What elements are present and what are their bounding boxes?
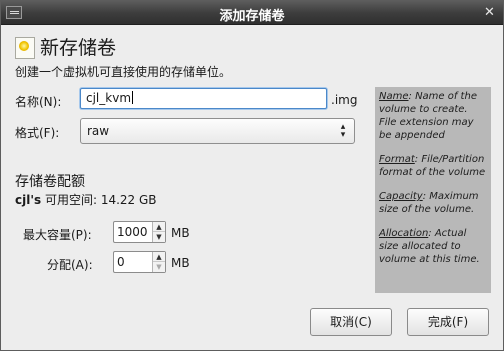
close-icon[interactable]: ✕ xyxy=(482,5,497,20)
new-volume-icon xyxy=(15,37,35,59)
select-arrows-icon: ▴ ▾ xyxy=(340,122,346,140)
window-title: 添加存储卷 xyxy=(219,9,285,24)
help-format: Format: File/Partition format of the vol… xyxy=(379,153,487,179)
increment-icon[interactable]: ▲ xyxy=(153,252,165,262)
name-extension: .img xyxy=(331,93,358,107)
allocation-value: 0 xyxy=(117,255,125,269)
max-capacity-label: 最大容量(P): xyxy=(23,228,92,242)
decrement-icon[interactable]: ▼ xyxy=(153,232,165,242)
free-space-text: cjl's 可用空间: 14.22 GB xyxy=(15,191,157,208)
page-subtitle: 创建一个虚拟机可直接使用的存储单位。 xyxy=(15,65,232,79)
allocation-stepper: ▲ ▼ xyxy=(152,252,165,272)
help-name-term: Name xyxy=(379,91,409,102)
help-panel: Name: Name of the volume to create. File… xyxy=(375,87,491,293)
finish-button[interactable]: 完成(F) xyxy=(407,308,489,336)
text-caret xyxy=(132,91,134,104)
title-bar[interactable]: 添加存储卷 ✕ xyxy=(1,1,503,25)
max-capacity-unit: MB xyxy=(171,226,190,240)
help-name: Name: Name of the volume to create. File… xyxy=(379,90,487,142)
format-select[interactable]: raw ▴ ▾ xyxy=(80,118,355,144)
quota-section-title: 存储卷配额 xyxy=(15,174,85,190)
free-space-label: 可用空间: 14.22 GB xyxy=(41,193,157,207)
help-capacity: Capacity: Maximum size of the volume. xyxy=(379,190,487,216)
allocation-label: 分配(A): xyxy=(47,258,93,272)
help-allocation: Allocation: Actual size allocated to vol… xyxy=(379,227,487,266)
max-capacity-spinner[interactable]: 1000 ▲ ▼ xyxy=(113,221,166,243)
name-label: 名称(N): xyxy=(15,95,62,109)
format-label: 格式(F): xyxy=(15,126,60,140)
add-storage-volume-dialog: 添加存储卷 ✕ 新存储卷 创建一个虚拟机可直接使用的存储单位。 名称(N): c… xyxy=(0,0,504,351)
decrement-icon[interactable]: ▼ xyxy=(153,262,165,272)
name-input[interactable]: cjl_kvm xyxy=(80,88,327,109)
help-allocation-term: Allocation xyxy=(379,228,429,239)
max-capacity-stepper: ▲ ▼ xyxy=(152,222,165,242)
cancel-button[interactable]: 取消(C) xyxy=(310,308,392,336)
allocation-unit: MB xyxy=(171,256,190,270)
allocation-spinner[interactable]: 0 ▲ ▼ xyxy=(113,251,166,273)
help-format-term: Format xyxy=(379,154,415,165)
page-title: 新存储卷 xyxy=(40,37,117,59)
max-capacity-value: 1000 xyxy=(117,225,148,239)
format-select-value: raw xyxy=(87,124,110,138)
name-input-value: cjl_kvm xyxy=(86,91,132,105)
help-capacity-term: Capacity xyxy=(379,191,423,202)
increment-icon[interactable]: ▲ xyxy=(153,222,165,232)
pool-owner: cjl's xyxy=(15,193,42,207)
